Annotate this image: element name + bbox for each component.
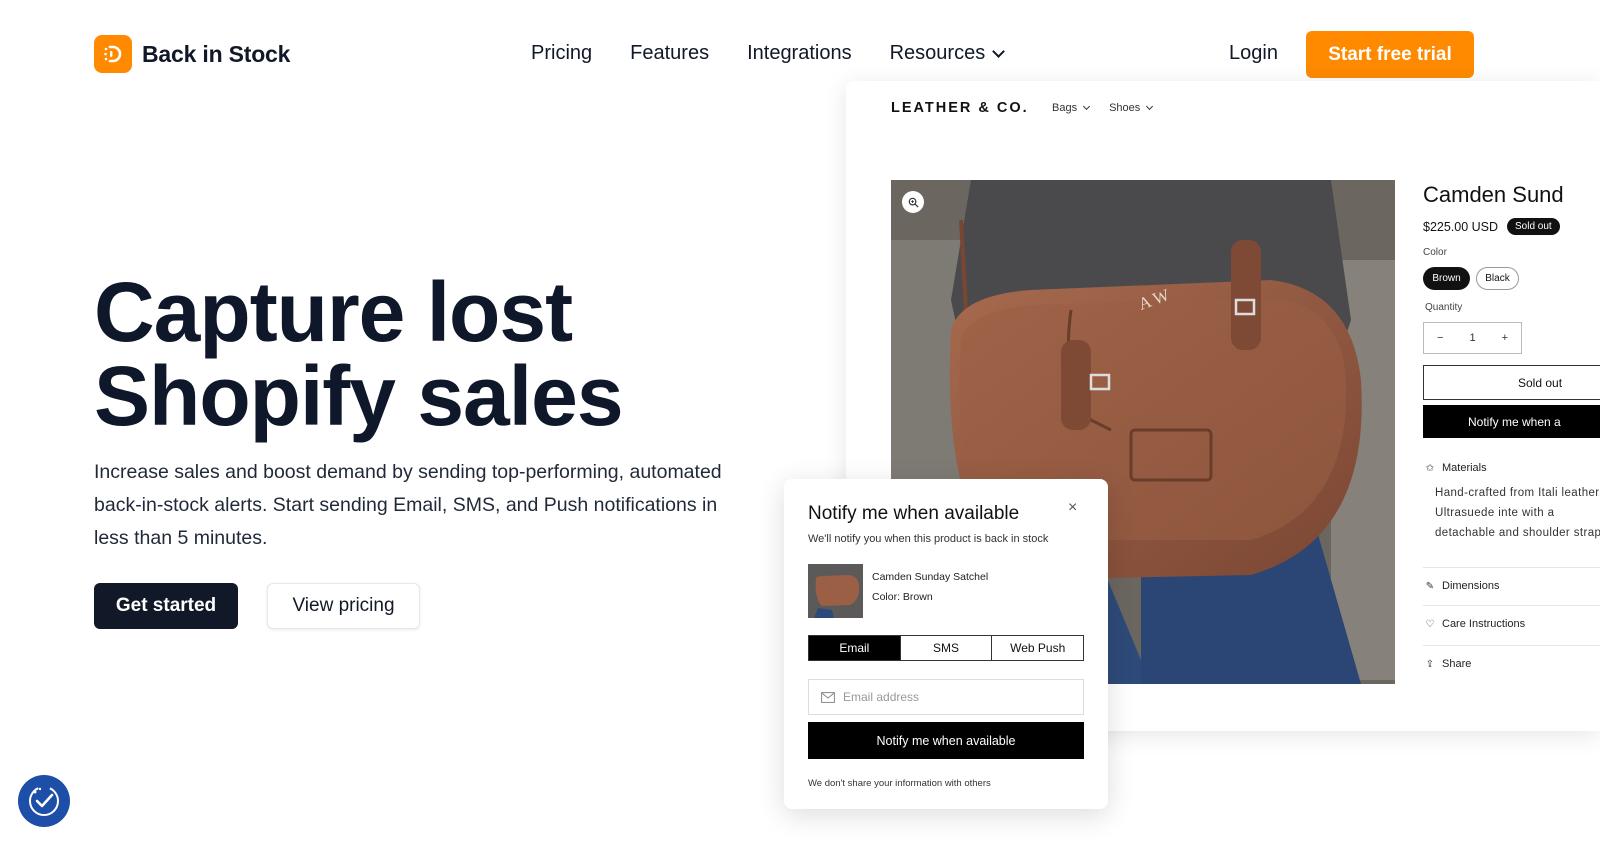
close-icon[interactable]: × — [1068, 499, 1077, 517]
share-label: Share — [1442, 658, 1472, 670]
product-title: Camden Sund — [1423, 182, 1564, 207]
ruler-icon: ✎ — [1425, 580, 1435, 592]
heart-icon: ♡ — [1425, 618, 1435, 630]
accordion-materials[interactable]: ✩ Materials — [1425, 462, 1487, 474]
zoom-button[interactable] — [902, 191, 924, 213]
product-thumbnail — [808, 564, 863, 618]
accordion-dimensions-label: Dimensions — [1442, 580, 1500, 592]
get-started-button[interactable]: Get started — [94, 583, 238, 629]
store-nav: Bags Shoes — [1052, 102, 1154, 114]
zoom-icon — [908, 197, 919, 208]
nav-features-label: Features — [630, 42, 710, 64]
popup-subtitle: We'll notify you when this product is ba… — [808, 533, 1049, 545]
nav-integrations-label: Integrations — [747, 42, 852, 64]
store-nav-shoes[interactable]: Shoes — [1109, 102, 1154, 114]
brand-name: Back in Stock — [142, 40, 291, 67]
quantity-label: Quantity — [1425, 302, 1463, 313]
store-brand: LEATHER & CO. — [891, 100, 1029, 116]
hero-title-line-2: Shopify sales — [94, 349, 624, 443]
store-nav-shoes-label: Shoes — [1109, 102, 1141, 114]
nav-resources-label: Resources — [889, 42, 986, 64]
quantity-value[interactable]: 1 — [1469, 332, 1475, 344]
accordion-dimensions[interactable]: ✎ Dimensions — [1425, 580, 1500, 592]
divider — [1423, 567, 1600, 568]
popup-product-color: Color: Brown — [872, 591, 933, 603]
accordion-care-instructions[interactable]: ♡ Care Instructions — [1425, 618, 1526, 630]
accordion-care-label: Care Instructions — [1442, 618, 1526, 630]
hero-title-line-1: Capture lost — [94, 265, 573, 359]
tab-email[interactable]: Email — [809, 636, 901, 660]
hero-description: Increase sales and boost demand by sendi… — [94, 461, 722, 549]
login-link[interactable]: Login — [1229, 42, 1278, 65]
popup-product-name: Camden Sunday Satchel — [872, 571, 989, 583]
start-free-trial-button[interactable]: Start free trial — [1306, 31, 1474, 78]
quantity-stepper: − 1 + — [1423, 322, 1522, 354]
tab-web-push[interactable]: Web Push — [992, 636, 1083, 660]
product-price: $225.00 USD — [1423, 220, 1499, 234]
divider — [1423, 605, 1600, 606]
accessibility-button[interactable] — [18, 775, 70, 827]
quantity-decrement[interactable]: − — [1437, 332, 1443, 344]
sold-out-badge: Sold out — [1507, 218, 1560, 235]
store-nav-bags[interactable]: Bags — [1052, 102, 1091, 114]
divider — [1423, 645, 1600, 646]
hero-title: Capture lost Shopify sales — [94, 270, 794, 438]
mail-icon — [821, 691, 835, 703]
nav-features[interactable]: Features — [630, 42, 709, 65]
privacy-note: We don't share your information with oth… — [808, 778, 991, 789]
quantity-increment[interactable]: + — [1502, 332, 1508, 344]
color-label: Color — [1423, 247, 1447, 258]
tab-sms[interactable]: SMS — [901, 636, 993, 660]
color-option-brown[interactable]: Brown — [1423, 267, 1470, 290]
nav-resources-dropdown[interactable]: Resources — [889, 42, 1006, 65]
main-nav: Pricing Features Integrations Resources — [531, 42, 1006, 65]
notify-me-button[interactable]: Notify me when available — [808, 722, 1084, 759]
email-field-wrapper — [808, 679, 1084, 715]
accordion-materials-label: Materials — [1442, 462, 1487, 474]
nav-pricing[interactable]: Pricing — [531, 42, 592, 65]
view-pricing-button[interactable]: View pricing — [267, 583, 420, 629]
nav-integrations[interactable]: Integrations — [747, 42, 852, 65]
sold-out-button[interactable]: Sold out — [1423, 365, 1600, 400]
chevron-down-icon — [1146, 102, 1154, 111]
store-nav-bags-label: Bags — [1052, 102, 1078, 114]
notify-popup: Notify me when available × We'll notify … — [784, 479, 1108, 809]
materials-icon: ✩ — [1425, 462, 1435, 474]
logo-icon — [94, 35, 132, 73]
popup-title: Notify me when available — [808, 503, 1020, 524]
materials-description: Hand-crafted from Itali leather. Ultrasu… — [1435, 487, 1600, 539]
share-link[interactable]: ⇪ Share — [1425, 658, 1472, 670]
chevron-down-icon — [992, 44, 1006, 58]
store-notify-button[interactable]: Notify me when a — [1423, 405, 1600, 438]
color-option-black[interactable]: Black — [1476, 267, 1519, 290]
email-input[interactable] — [843, 690, 1063, 704]
nav-pricing-label: Pricing — [531, 42, 593, 64]
accessibility-icon — [29, 786, 59, 816]
chevron-down-icon — [1083, 102, 1091, 111]
share-icon: ⇪ — [1425, 658, 1435, 670]
channel-tabs: Email SMS Web Push — [808, 635, 1084, 661]
brand-logo[interactable]: Back in Stock — [94, 35, 290, 73]
